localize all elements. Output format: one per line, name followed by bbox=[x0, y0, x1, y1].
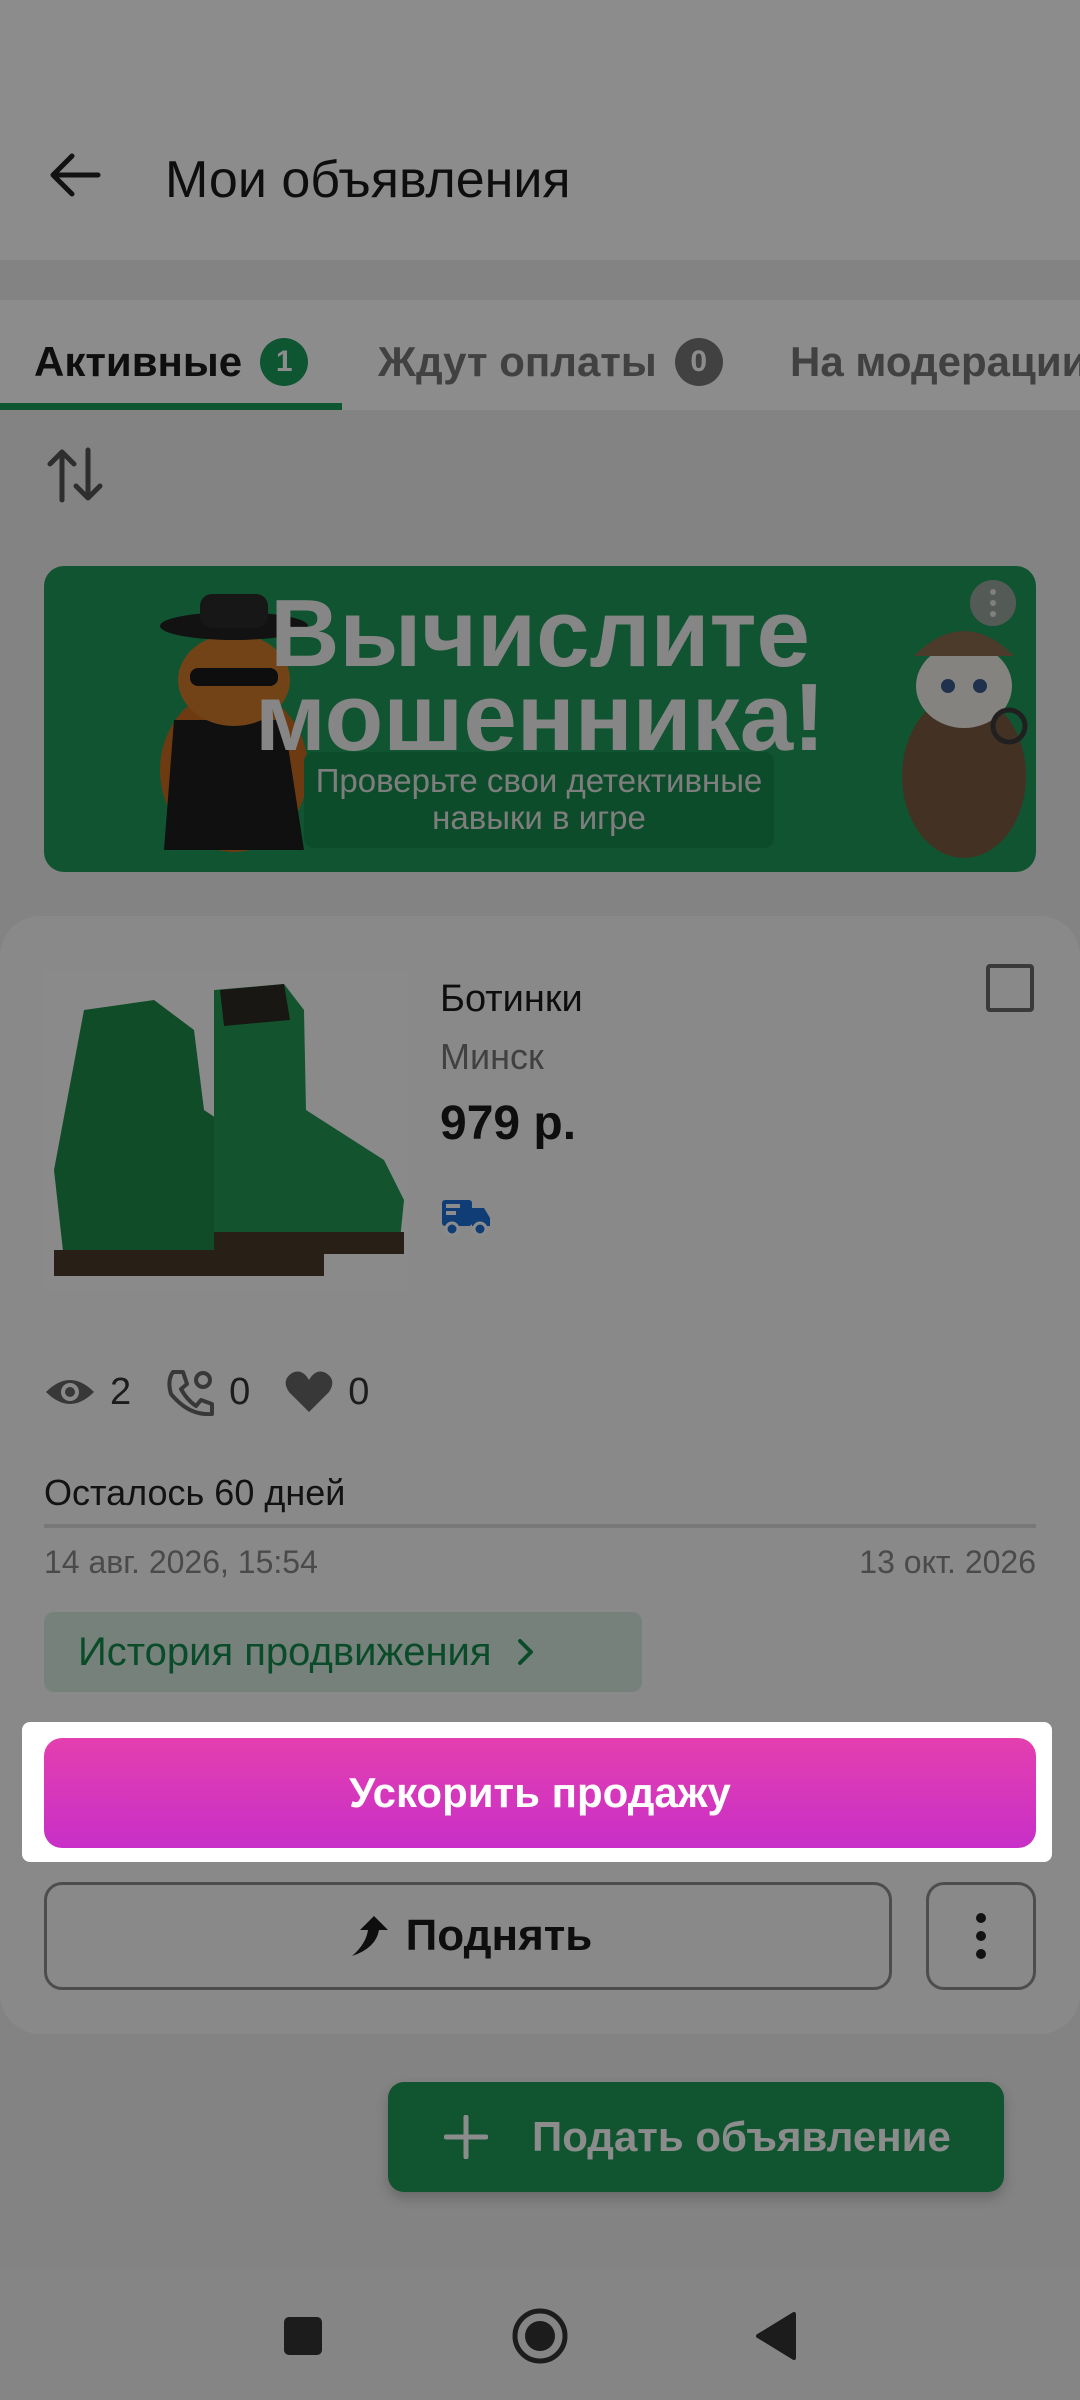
tab-active[interactable]: Активные 1 bbox=[34, 332, 309, 392]
post-ad-button[interactable]: Подать объявление bbox=[388, 2082, 1004, 2192]
tab-bar: Активные 1 Ждут оплаты 0 На модерации bbox=[0, 300, 1080, 410]
tab-count-badge: 1 bbox=[260, 338, 309, 386]
more-options-button[interactable] bbox=[926, 1882, 1036, 1990]
ad-card[interactable]: Ботинки Минск 979 р. 2 0 0 Осталось 60 д… bbox=[0, 916, 1080, 2034]
tab-label: Активные bbox=[34, 338, 243, 385]
boost-sale-button[interactable]: Ускорить продажу bbox=[44, 1738, 1036, 1848]
heart-icon bbox=[285, 1371, 333, 1412]
dot bbox=[990, 589, 996, 595]
ad-price: 979 р. bbox=[440, 1097, 577, 1150]
raise-label: Поднять bbox=[405, 1911, 593, 1960]
triangle-back-icon bbox=[756, 2312, 796, 2360]
favorites-stat: 0 bbox=[284, 1370, 369, 1414]
back-nav-button[interactable] bbox=[746, 2306, 806, 2366]
phone-icon bbox=[167, 1370, 215, 1416]
sort-icon bbox=[47, 447, 103, 503]
promo-banner[interactable]: Вычислите мошенника! Проверьте свои дете… bbox=[44, 566, 1036, 872]
plus-icon bbox=[444, 2115, 488, 2159]
system-nav-bar bbox=[0, 2268, 1080, 2400]
tab-label: На модерации bbox=[790, 338, 1080, 385]
promotion-history-button[interactable]: История продвижения bbox=[44, 1612, 642, 1692]
ad-photo[interactable] bbox=[44, 970, 408, 1290]
raise-button[interactable]: Поднять bbox=[44, 1882, 892, 1990]
calls-stat: 0 bbox=[165, 1368, 250, 1416]
tab-count-badge: 0 bbox=[674, 338, 723, 386]
views-stat: 2 bbox=[44, 1371, 131, 1414]
screen: Мои объявления Активные 1 Ждут оплаты 0 … bbox=[0, 0, 1080, 2400]
tab-label: Ждут оплаты bbox=[378, 338, 657, 385]
sort-button[interactable] bbox=[40, 440, 110, 510]
tab-awaiting-payment[interactable]: Ждут оплаты 0 bbox=[378, 332, 723, 392]
post-ad-label: Подать объявление bbox=[532, 2113, 951, 2160]
arrow-left-icon bbox=[50, 153, 101, 197]
select-checkbox[interactable] bbox=[986, 964, 1034, 1012]
eye-icon bbox=[46, 1380, 94, 1404]
banner-menu-button[interactable] bbox=[970, 580, 1016, 626]
promotion-history-label: История продвижения bbox=[78, 1629, 492, 1674]
truck-icon bbox=[442, 1200, 490, 1237]
remaining-days: Осталось 60 дней bbox=[44, 1472, 346, 1513]
dot bbox=[990, 611, 996, 617]
publication-progress bbox=[44, 1524, 1036, 1528]
page-title: Мои объявления bbox=[165, 151, 571, 209]
tab-moderation[interactable]: На модерации bbox=[790, 332, 1080, 392]
chevron-right-icon bbox=[517, 1639, 533, 1665]
favorites-count: 0 bbox=[348, 1370, 370, 1413]
active-tab-indicator bbox=[0, 403, 342, 410]
home-button[interactable] bbox=[510, 2306, 570, 2366]
banner-subtitle: Проверьте свои детективные навыки в игре bbox=[304, 752, 774, 848]
home-circle-icon bbox=[512, 2308, 568, 2364]
expiry-date: 13 окт. 2026 bbox=[859, 1544, 1036, 1580]
ad-title[interactable]: Ботинки bbox=[440, 978, 583, 1021]
more-vertical-icon bbox=[976, 1913, 986, 1959]
views-count: 2 bbox=[110, 1370, 132, 1413]
square-icon bbox=[284, 2317, 322, 2355]
app-bar: Мои объявления bbox=[0, 0, 1080, 260]
back-button[interactable] bbox=[40, 140, 110, 210]
dot bbox=[990, 600, 996, 606]
ad-stats: 2 0 0 bbox=[44, 1368, 403, 1416]
raise-arrow-icon bbox=[351, 1916, 388, 1956]
ad-city: Минск bbox=[440, 1036, 544, 1077]
boost-sale-label: Ускорить продажу bbox=[349, 1769, 731, 1816]
calls-count: 0 bbox=[229, 1370, 251, 1413]
recents-button[interactable] bbox=[273, 2306, 333, 2366]
publish-date: 14 авг. 2026, 15:54 bbox=[44, 1544, 318, 1580]
